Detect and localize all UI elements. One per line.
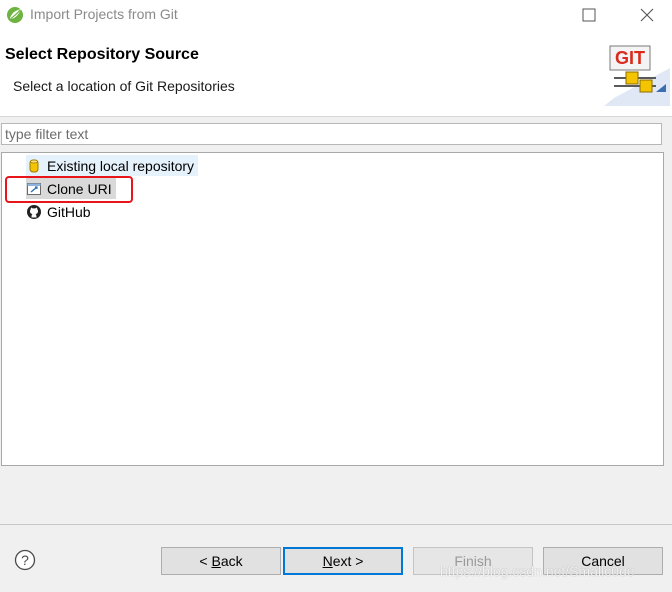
back-button-mnemonic: B xyxy=(211,553,221,569)
spring-app-icon xyxy=(7,7,23,23)
back-button[interactable]: < Back xyxy=(161,547,281,575)
title-bar: Import Projects from Git xyxy=(0,0,672,30)
repository-source-tree[interactable]: Existing local repository Clone URI GitH… xyxy=(1,152,664,466)
button-bar-separator xyxy=(0,524,672,525)
window-title: Import Projects from Git xyxy=(30,6,178,22)
git-logo-text: GIT xyxy=(615,48,645,68)
page-subtitle: Select a location of Git Repositories xyxy=(13,78,235,94)
back-button-prefix: < xyxy=(199,553,212,569)
close-icon[interactable] xyxy=(636,4,658,26)
tree-item-label: Clone URI xyxy=(47,180,112,197)
filter-input[interactable] xyxy=(1,123,662,145)
tree-item-label: Existing local repository xyxy=(47,157,195,174)
maximize-icon[interactable] xyxy=(578,4,600,26)
git-logo-icon: GIT xyxy=(604,45,670,106)
database-icon xyxy=(29,159,39,172)
back-button-rest: ack xyxy=(220,553,243,569)
next-button-mnemonic: N xyxy=(322,553,333,569)
next-button[interactable]: Next > xyxy=(283,547,403,575)
help-icon[interactable]: ? xyxy=(14,549,36,571)
clone-uri-icon xyxy=(27,182,41,195)
next-button-rest: ext > xyxy=(332,553,364,569)
wizard-header: Select Repository Source Select a locati… xyxy=(0,30,672,117)
tree-item-clone-uri[interactable]: Clone URI xyxy=(26,178,116,199)
tree-item-existing-local-repository[interactable]: Existing local repository xyxy=(26,155,199,176)
tree-item-github[interactable]: GitHub xyxy=(26,201,95,222)
svg-text:?: ? xyxy=(21,552,29,568)
github-icon xyxy=(27,204,41,219)
tree-item-label: GitHub xyxy=(47,203,91,220)
page-title: Select Repository Source xyxy=(5,46,199,63)
watermark-text: https://blog.csdn.net/Smallc0de xyxy=(440,563,635,579)
